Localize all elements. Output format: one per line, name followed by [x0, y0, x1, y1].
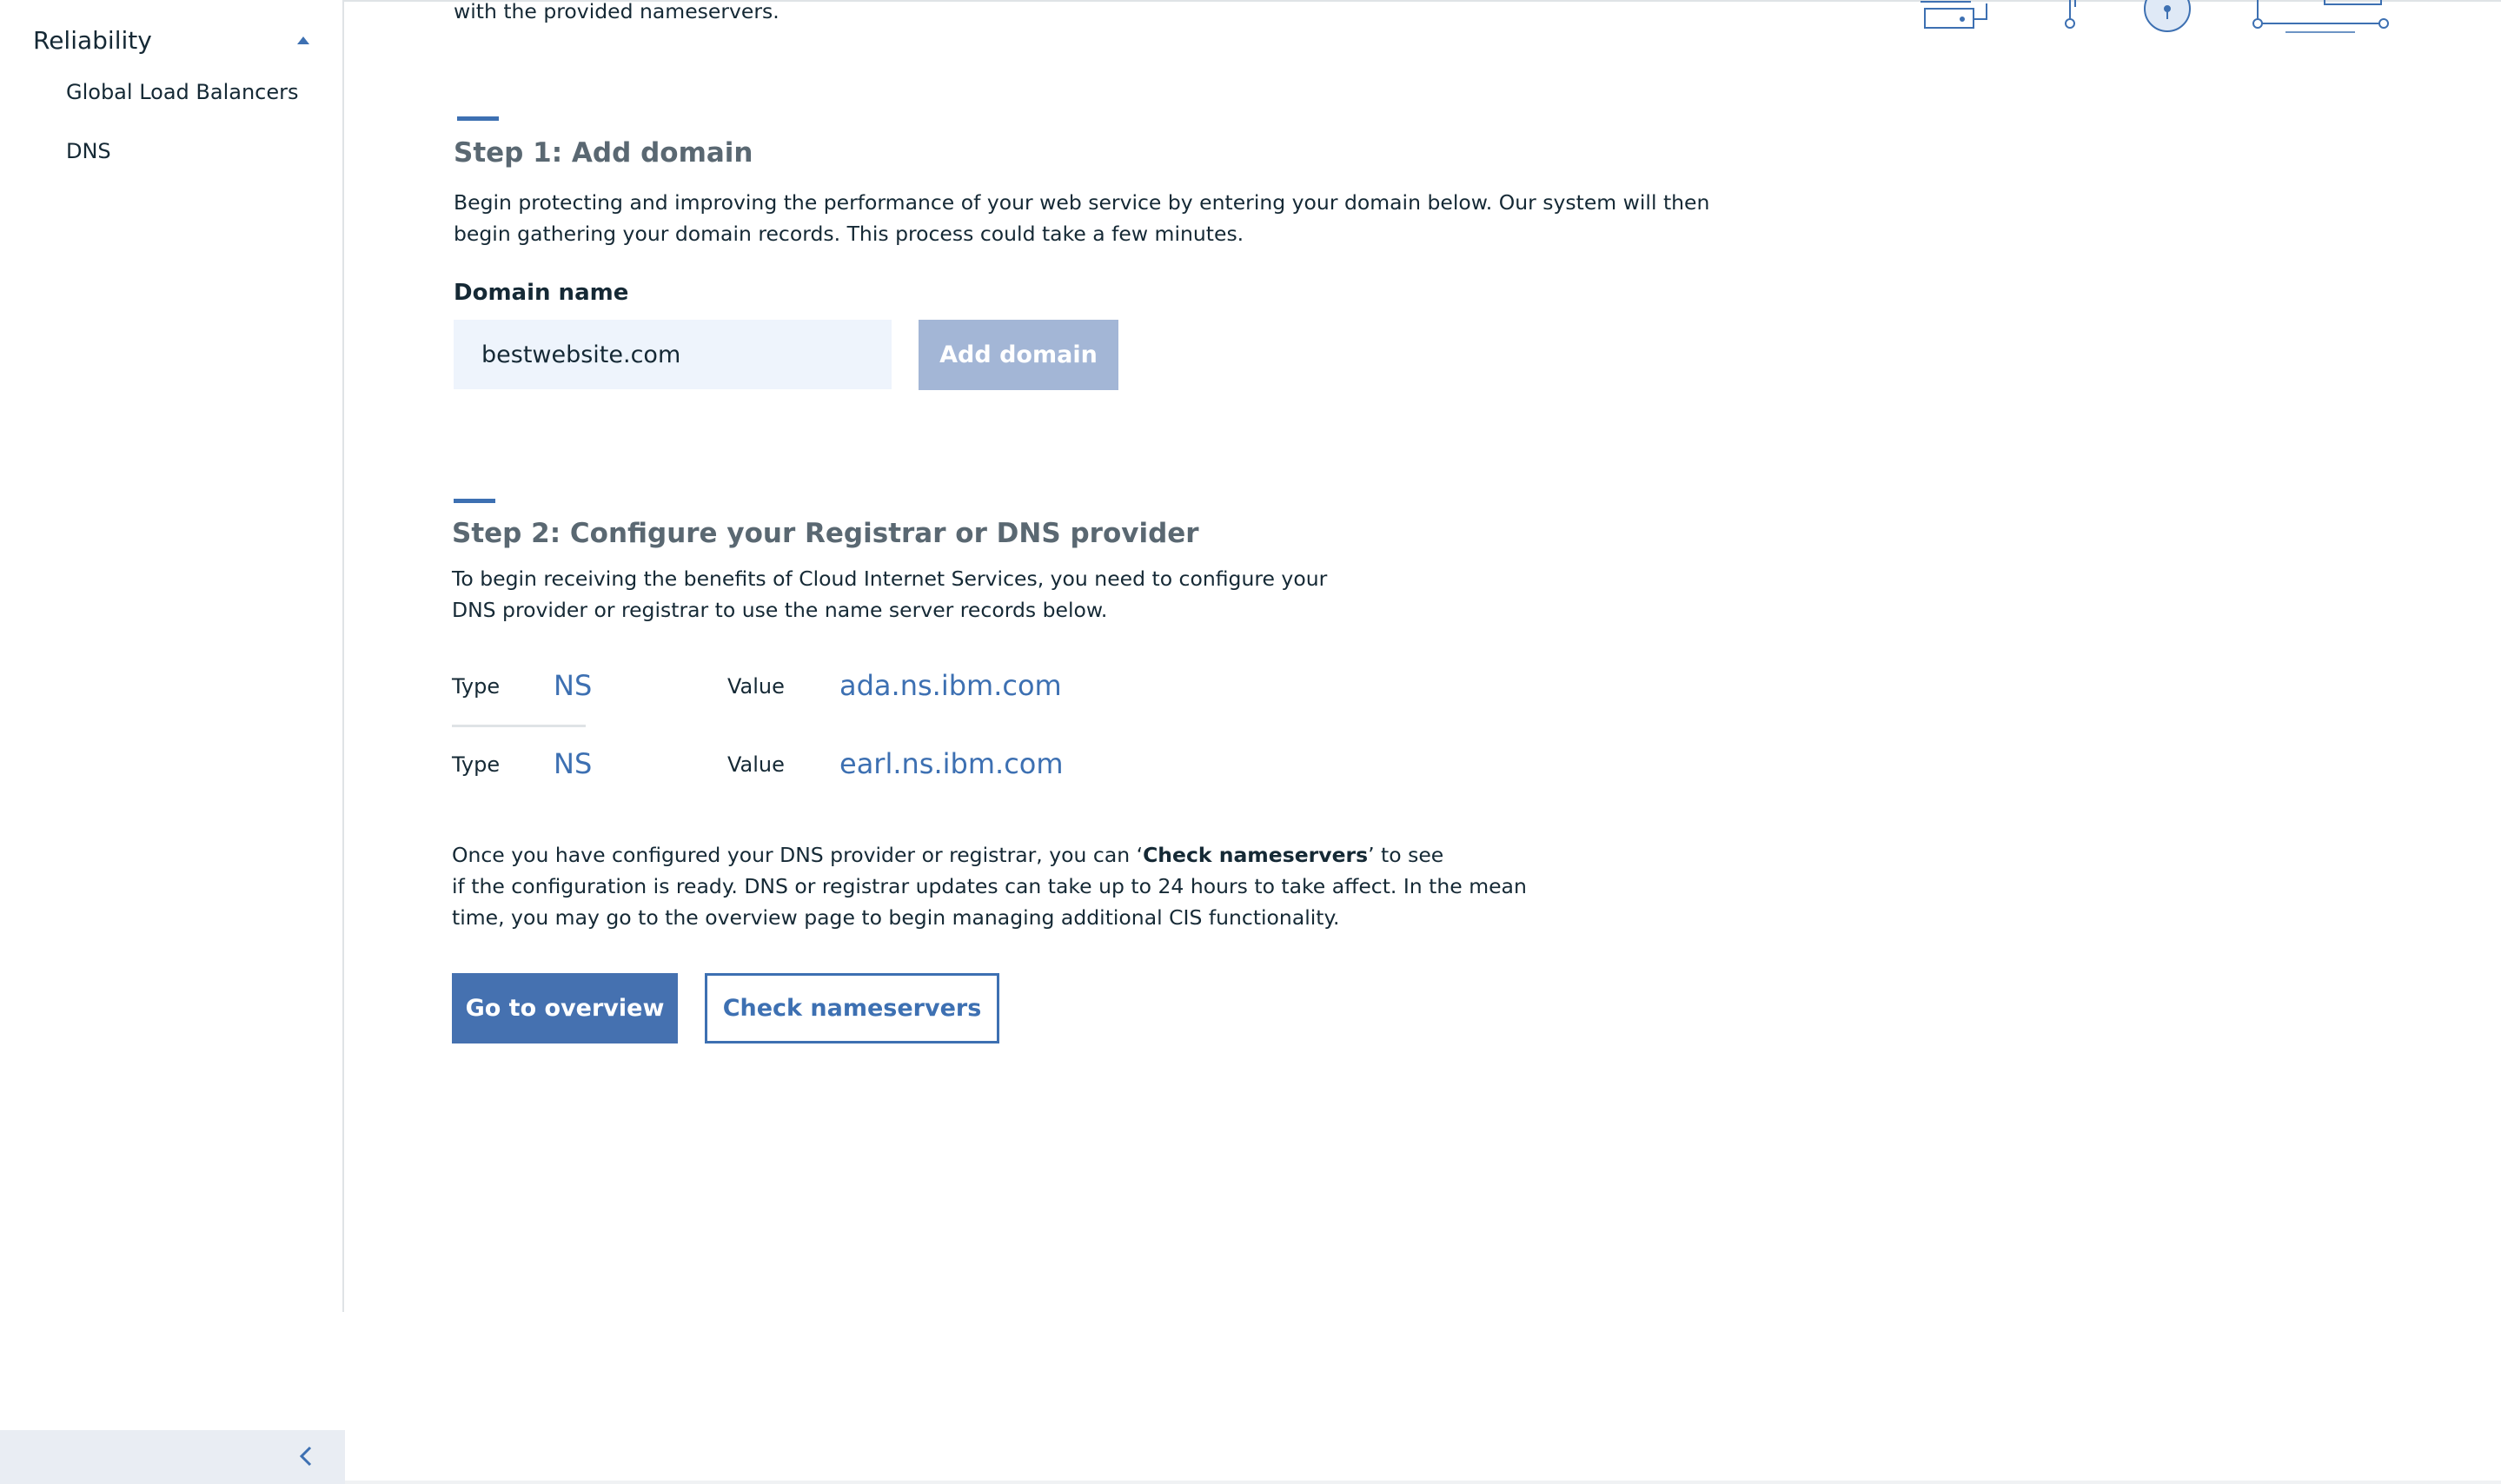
- domain-name-input[interactable]: [454, 320, 892, 389]
- record-value[interactable]: earl.ns.ibm.com: [839, 747, 1064, 780]
- caret-up-icon[interactable]: [297, 36, 309, 44]
- record-value[interactable]: ada.ns.ibm.com: [839, 669, 1062, 702]
- record-divider: [452, 725, 586, 727]
- go-to-overview-button[interactable]: Go to overview: [452, 973, 678, 1043]
- step1-accent: [457, 116, 499, 121]
- note-bold: Check nameservers: [1143, 843, 1369, 867]
- note-suffix: ’ to see: [1368, 843, 1444, 867]
- step1-title: Step 1: Add domain: [454, 137, 753, 169]
- note-line2: if the configuration is ready. DNS or re…: [452, 874, 1527, 898]
- add-domain-button[interactable]: Add domain: [919, 320, 1118, 390]
- note-line3: time, you may go to the overview page to…: [452, 905, 1340, 930]
- sidebar-group-reliability[interactable]: Reliability: [33, 26, 152, 55]
- record-type-label: Type: [452, 752, 501, 777]
- record-type-label: Type: [452, 674, 501, 699]
- record-type-value: NS: [554, 747, 593, 780]
- step2-desc-line2: DNS provider or registrar to use the nam…: [452, 598, 1108, 622]
- record-value-label: Value: [727, 752, 785, 777]
- step2-accent: [454, 499, 495, 503]
- record-value-label: Value: [727, 674, 785, 699]
- note-prefix: Once you have configured your DNS provid…: [452, 843, 1144, 867]
- note-line1: Once you have configured your DNS provid…: [452, 839, 1443, 871]
- record-type-value: NS: [554, 669, 593, 702]
- step2-desc-line1: To begin receiving the benefits of Cloud…: [452, 566, 1328, 591]
- chevron-left-icon[interactable]: [295, 1441, 316, 1472]
- step2-title: Step 2: Configure your Registrar or DNS …: [452, 518, 1199, 549]
- sidebar-item-dns[interactable]: DNS: [66, 139, 111, 163]
- sidebar-footer: [0, 1430, 345, 1484]
- domain-name-label: Domain name: [454, 280, 629, 306]
- intro-text: with the provided nameservers.: [454, 0, 779, 23]
- bottom-border: [345, 1481, 2501, 1484]
- step1-desc-line1: Begin protecting and improving the perfo…: [454, 190, 1710, 215]
- sidebar-item-global-load-balancers[interactable]: Global Load Balancers: [66, 80, 298, 104]
- sidebar: Reliability Global Load Balancers DNS: [0, 0, 344, 1312]
- step1-desc-line2: begin gathering your domain records. Thi…: [454, 222, 1244, 246]
- network-illustration: [1921, 0, 2389, 33]
- check-nameservers-button[interactable]: Check nameservers: [705, 973, 999, 1043]
